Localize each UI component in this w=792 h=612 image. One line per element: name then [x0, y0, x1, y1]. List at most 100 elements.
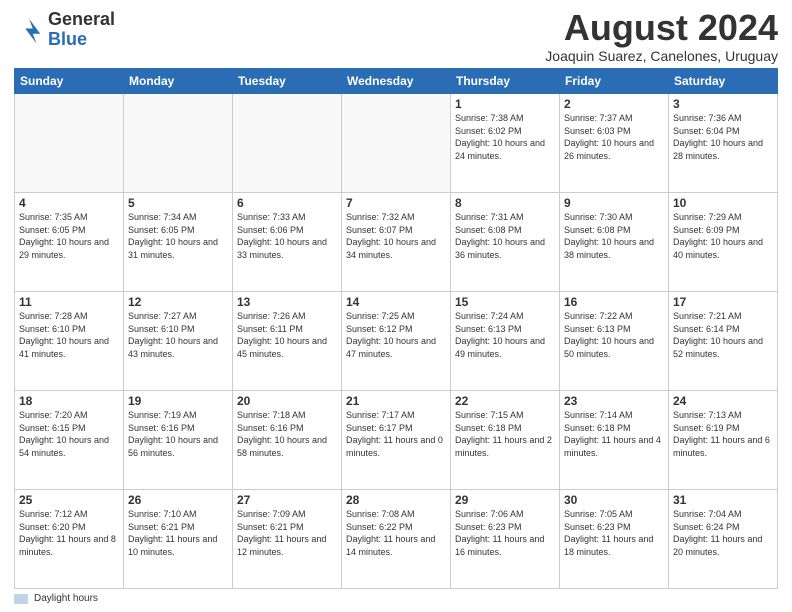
day-info: Sunrise: 7:25 AM Sunset: 6:12 PM Dayligh… [346, 310, 446, 360]
calendar-week-4: 18Sunrise: 7:20 AM Sunset: 6:15 PM Dayli… [15, 391, 778, 490]
day-info: Sunrise: 7:32 AM Sunset: 6:07 PM Dayligh… [346, 211, 446, 261]
calendar-cell: 31Sunrise: 7:04 AM Sunset: 6:24 PM Dayli… [669, 490, 778, 589]
calendar-cell: 13Sunrise: 7:26 AM Sunset: 6:11 PM Dayli… [233, 292, 342, 391]
calendar-cell: 25Sunrise: 7:12 AM Sunset: 6:20 PM Dayli… [15, 490, 124, 589]
day-info: Sunrise: 7:12 AM Sunset: 6:20 PM Dayligh… [19, 508, 119, 558]
calendar-cell: 14Sunrise: 7:25 AM Sunset: 6:12 PM Dayli… [342, 292, 451, 391]
day-number: 21 [346, 394, 446, 408]
day-info: Sunrise: 7:33 AM Sunset: 6:06 PM Dayligh… [237, 211, 337, 261]
calendar-cell [233, 94, 342, 193]
day-info: Sunrise: 7:10 AM Sunset: 6:21 PM Dayligh… [128, 508, 228, 558]
day-number: 16 [564, 295, 664, 309]
calendar-week-3: 11Sunrise: 7:28 AM Sunset: 6:10 PM Dayli… [15, 292, 778, 391]
day-info: Sunrise: 7:29 AM Sunset: 6:09 PM Dayligh… [673, 211, 773, 261]
day-info: Sunrise: 7:37 AM Sunset: 6:03 PM Dayligh… [564, 112, 664, 162]
calendar-cell: 20Sunrise: 7:18 AM Sunset: 6:16 PM Dayli… [233, 391, 342, 490]
calendar-week-1: 1Sunrise: 7:38 AM Sunset: 6:02 PM Daylig… [15, 94, 778, 193]
calendar-cell: 23Sunrise: 7:14 AM Sunset: 6:18 PM Dayli… [560, 391, 669, 490]
calendar-cell: 7Sunrise: 7:32 AM Sunset: 6:07 PM Daylig… [342, 193, 451, 292]
day-number: 23 [564, 394, 664, 408]
day-info: Sunrise: 7:30 AM Sunset: 6:08 PM Dayligh… [564, 211, 664, 261]
logo-blue-text: Blue [48, 30, 115, 50]
day-info: Sunrise: 7:06 AM Sunset: 6:23 PM Dayligh… [455, 508, 555, 558]
day-info: Sunrise: 7:19 AM Sunset: 6:16 PM Dayligh… [128, 409, 228, 459]
day-info: Sunrise: 7:05 AM Sunset: 6:23 PM Dayligh… [564, 508, 664, 558]
calendar-header-saturday: Saturday [669, 69, 778, 94]
calendar-cell: 28Sunrise: 7:08 AM Sunset: 6:22 PM Dayli… [342, 490, 451, 589]
calendar-header-friday: Friday [560, 69, 669, 94]
calendar-cell: 29Sunrise: 7:06 AM Sunset: 6:23 PM Dayli… [451, 490, 560, 589]
calendar-week-2: 4Sunrise: 7:35 AM Sunset: 6:05 PM Daylig… [15, 193, 778, 292]
day-number: 28 [346, 493, 446, 507]
day-info: Sunrise: 7:15 AM Sunset: 6:18 PM Dayligh… [455, 409, 555, 459]
page: General Blue August 2024 Joaquin Suarez,… [0, 0, 792, 612]
day-number: 31 [673, 493, 773, 507]
day-info: Sunrise: 7:31 AM Sunset: 6:08 PM Dayligh… [455, 211, 555, 261]
day-number: 20 [237, 394, 337, 408]
day-info: Sunrise: 7:18 AM Sunset: 6:16 PM Dayligh… [237, 409, 337, 459]
calendar-table: SundayMondayTuesdayWednesdayThursdayFrid… [14, 68, 778, 589]
calendar-header-row: SundayMondayTuesdayWednesdayThursdayFrid… [15, 69, 778, 94]
day-number: 19 [128, 394, 228, 408]
day-info: Sunrise: 7:26 AM Sunset: 6:11 PM Dayligh… [237, 310, 337, 360]
day-info: Sunrise: 7:28 AM Sunset: 6:10 PM Dayligh… [19, 310, 119, 360]
day-number: 25 [19, 493, 119, 507]
calendar-cell: 4Sunrise: 7:35 AM Sunset: 6:05 PM Daylig… [15, 193, 124, 292]
calendar-cell: 10Sunrise: 7:29 AM Sunset: 6:09 PM Dayli… [669, 193, 778, 292]
day-info: Sunrise: 7:17 AM Sunset: 6:17 PM Dayligh… [346, 409, 446, 459]
day-number: 14 [346, 295, 446, 309]
legend: Daylight hours [14, 593, 778, 604]
legend-box [14, 594, 28, 604]
day-number: 26 [128, 493, 228, 507]
calendar-cell [15, 94, 124, 193]
day-info: Sunrise: 7:38 AM Sunset: 6:02 PM Dayligh… [455, 112, 555, 162]
logo: General Blue [14, 10, 115, 50]
day-info: Sunrise: 7:20 AM Sunset: 6:15 PM Dayligh… [19, 409, 119, 459]
calendar-header-wednesday: Wednesday [342, 69, 451, 94]
legend-label: Daylight hours [34, 593, 98, 604]
day-number: 15 [455, 295, 555, 309]
calendar-cell: 15Sunrise: 7:24 AM Sunset: 6:13 PM Dayli… [451, 292, 560, 391]
calendar-cell: 24Sunrise: 7:13 AM Sunset: 6:19 PM Dayli… [669, 391, 778, 490]
day-number: 13 [237, 295, 337, 309]
day-number: 22 [455, 394, 555, 408]
day-info: Sunrise: 7:27 AM Sunset: 6:10 PM Dayligh… [128, 310, 228, 360]
calendar-cell [342, 94, 451, 193]
calendar-cell: 1Sunrise: 7:38 AM Sunset: 6:02 PM Daylig… [451, 94, 560, 193]
day-info: Sunrise: 7:09 AM Sunset: 6:21 PM Dayligh… [237, 508, 337, 558]
header: General Blue August 2024 Joaquin Suarez,… [14, 10, 778, 64]
logo-general-text: General [48, 10, 115, 30]
day-number: 10 [673, 196, 773, 210]
day-info: Sunrise: 7:14 AM Sunset: 6:18 PM Dayligh… [564, 409, 664, 459]
day-number: 11 [19, 295, 119, 309]
calendar-cell: 2Sunrise: 7:37 AM Sunset: 6:03 PM Daylig… [560, 94, 669, 193]
calendar-cell: 8Sunrise: 7:31 AM Sunset: 6:08 PM Daylig… [451, 193, 560, 292]
calendar-cell: 27Sunrise: 7:09 AM Sunset: 6:21 PM Dayli… [233, 490, 342, 589]
calendar-header-tuesday: Tuesday [233, 69, 342, 94]
logo-icon [14, 15, 44, 45]
day-number: 30 [564, 493, 664, 507]
calendar-header-sunday: Sunday [15, 69, 124, 94]
day-info: Sunrise: 7:22 AM Sunset: 6:13 PM Dayligh… [564, 310, 664, 360]
calendar-cell: 19Sunrise: 7:19 AM Sunset: 6:16 PM Dayli… [124, 391, 233, 490]
day-info: Sunrise: 7:35 AM Sunset: 6:05 PM Dayligh… [19, 211, 119, 261]
calendar-cell: 21Sunrise: 7:17 AM Sunset: 6:17 PM Dayli… [342, 391, 451, 490]
day-number: 29 [455, 493, 555, 507]
day-info: Sunrise: 7:13 AM Sunset: 6:19 PM Dayligh… [673, 409, 773, 459]
day-number: 8 [455, 196, 555, 210]
calendar-cell: 9Sunrise: 7:30 AM Sunset: 6:08 PM Daylig… [560, 193, 669, 292]
calendar-cell: 16Sunrise: 7:22 AM Sunset: 6:13 PM Dayli… [560, 292, 669, 391]
day-number: 17 [673, 295, 773, 309]
title-block: August 2024 Joaquin Suarez, Canelones, U… [545, 10, 778, 64]
logo-text: General Blue [48, 10, 115, 50]
day-info: Sunrise: 7:08 AM Sunset: 6:22 PM Dayligh… [346, 508, 446, 558]
day-info: Sunrise: 7:21 AM Sunset: 6:14 PM Dayligh… [673, 310, 773, 360]
calendar-header-monday: Monday [124, 69, 233, 94]
calendar-cell: 17Sunrise: 7:21 AM Sunset: 6:14 PM Dayli… [669, 292, 778, 391]
calendar-header-thursday: Thursday [451, 69, 560, 94]
calendar-cell: 6Sunrise: 7:33 AM Sunset: 6:06 PM Daylig… [233, 193, 342, 292]
day-info: Sunrise: 7:34 AM Sunset: 6:05 PM Dayligh… [128, 211, 228, 261]
location: Joaquin Suarez, Canelones, Uruguay [545, 48, 778, 64]
day-number: 1 [455, 97, 555, 111]
calendar-cell: 3Sunrise: 7:36 AM Sunset: 6:04 PM Daylig… [669, 94, 778, 193]
